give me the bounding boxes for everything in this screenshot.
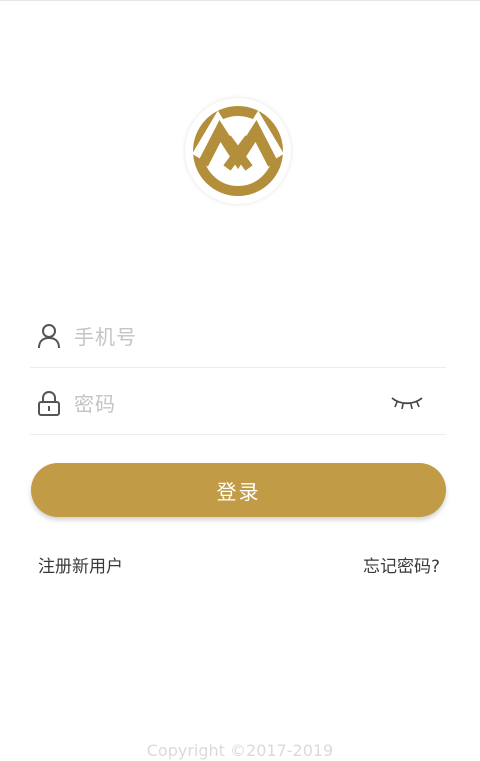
eye-closed-icon[interactable] <box>390 392 424 414</box>
forgot-password-link[interactable]: 忘记密码? <box>363 554 440 580</box>
user-icon <box>37 323 61 349</box>
top-divider <box>0 0 480 1</box>
password-field[interactable]: 密码 <box>30 378 446 435</box>
login-button[interactable]: 登录 <box>31 463 446 517</box>
phone-field[interactable]: 手机号 <box>30 311 446 368</box>
copyright-text: Copyright ©2017-2019 <box>146 741 334 760</box>
phone-input[interactable]: 手机号 <box>74 323 137 351</box>
lock-icon <box>37 390 61 416</box>
password-input[interactable]: 密码 <box>74 390 116 418</box>
brand-logo-m-icon <box>185 98 291 204</box>
register-link[interactable]: 注册新用户 <box>38 554 123 580</box>
